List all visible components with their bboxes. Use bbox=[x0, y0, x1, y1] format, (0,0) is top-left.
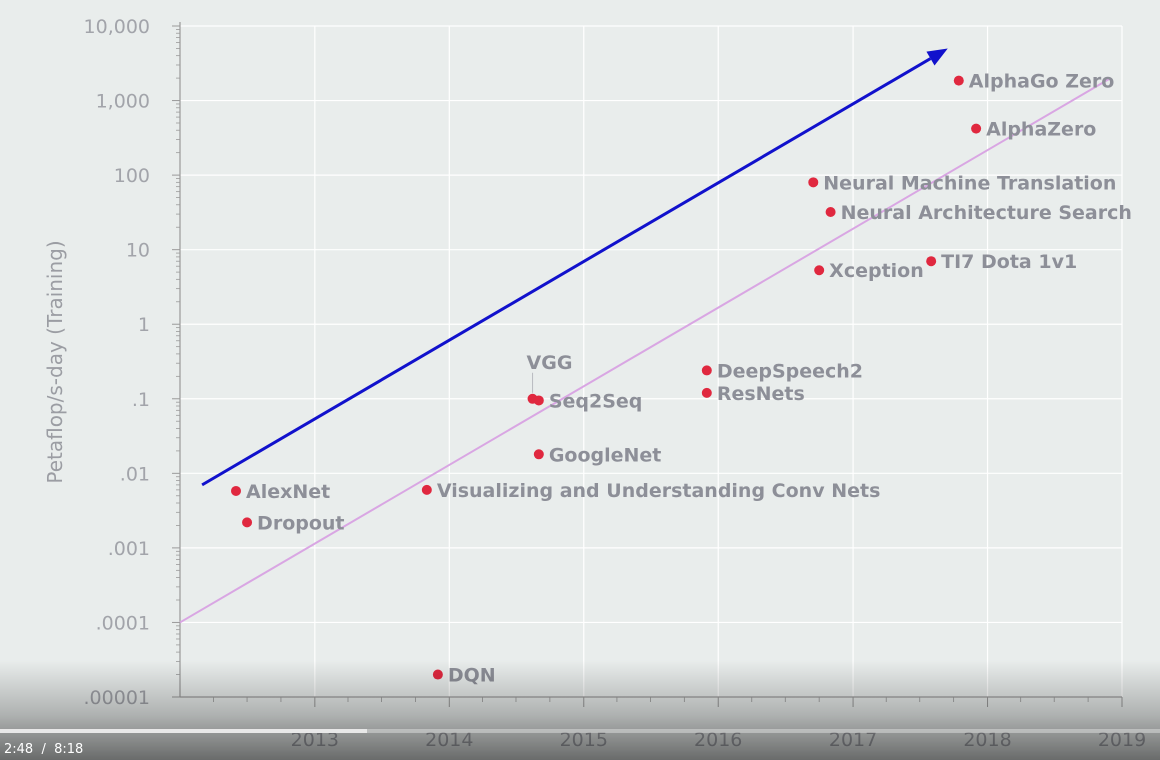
data-point-label: Neural Machine Translation bbox=[823, 172, 1116, 194]
data-point-label: DeepSpeech2 bbox=[717, 360, 863, 382]
data-point bbox=[701, 387, 712, 398]
data-point bbox=[825, 207, 836, 218]
duration: 8:18 bbox=[54, 742, 84, 757]
data-point bbox=[814, 265, 825, 276]
data-point bbox=[421, 484, 432, 495]
data-point-label: AlphaZero bbox=[986, 119, 1096, 141]
data-points: AlexNetDropoutDQNVisualizing and Underst… bbox=[230, 71, 1132, 687]
y-tick-label: .1 bbox=[132, 389, 150, 411]
data-point-label: Xception bbox=[829, 260, 924, 282]
data-point-label: Visualizing and Understanding Conv Nets bbox=[437, 480, 881, 502]
y-tick-label: 10 bbox=[126, 240, 150, 262]
data-point bbox=[533, 449, 544, 460]
chart-plot: .00001.0001.001.01.11101001,00010,000201… bbox=[43, 16, 1146, 751]
y-tick-label: .0001 bbox=[96, 612, 150, 634]
data-point bbox=[242, 517, 253, 528]
trend-line-group bbox=[179, 77, 1112, 624]
y-tick-label: 1 bbox=[138, 314, 150, 336]
trend-line bbox=[179, 77, 1112, 624]
y-tick-label: .01 bbox=[120, 463, 150, 485]
data-point-label: VGG bbox=[527, 352, 573, 374]
video-progress-bar[interactable] bbox=[0, 729, 1160, 733]
data-point-label: Seq2Seq bbox=[549, 390, 643, 412]
data-point bbox=[971, 123, 982, 134]
y-tick-label: 10,000 bbox=[84, 16, 150, 38]
y-tick-label: 100 bbox=[114, 165, 150, 187]
data-point bbox=[926, 256, 937, 267]
data-point-label: GoogleNet bbox=[549, 444, 662, 466]
data-point-label: ResNets bbox=[717, 383, 805, 405]
data-point bbox=[533, 395, 544, 406]
trend-arrowhead bbox=[926, 48, 948, 66]
data-point-label: Neural Architecture Search bbox=[841, 202, 1132, 224]
current-time: 2:48 bbox=[4, 742, 34, 757]
video-time-display: 2:48 / 8:18 bbox=[4, 742, 83, 757]
data-point-label: Dropout bbox=[257, 512, 344, 534]
y-tick-label: 1,000 bbox=[96, 91, 150, 113]
data-point bbox=[701, 365, 712, 376]
video-controls-overlay bbox=[0, 660, 1160, 760]
data-point bbox=[953, 75, 964, 86]
data-point bbox=[808, 177, 819, 188]
data-point-label: AlexNet bbox=[246, 481, 330, 503]
y-tick-label: .001 bbox=[108, 538, 150, 560]
y-axis-title: Petaflop/s-day (Training) bbox=[43, 240, 67, 483]
video-progress-fill bbox=[0, 729, 367, 733]
data-point-label: TI7 Dota 1v1 bbox=[941, 251, 1077, 273]
grid-lines bbox=[180, 25, 1123, 698]
data-point bbox=[230, 485, 241, 496]
data-point-label: AlphaGo Zero bbox=[969, 71, 1115, 93]
